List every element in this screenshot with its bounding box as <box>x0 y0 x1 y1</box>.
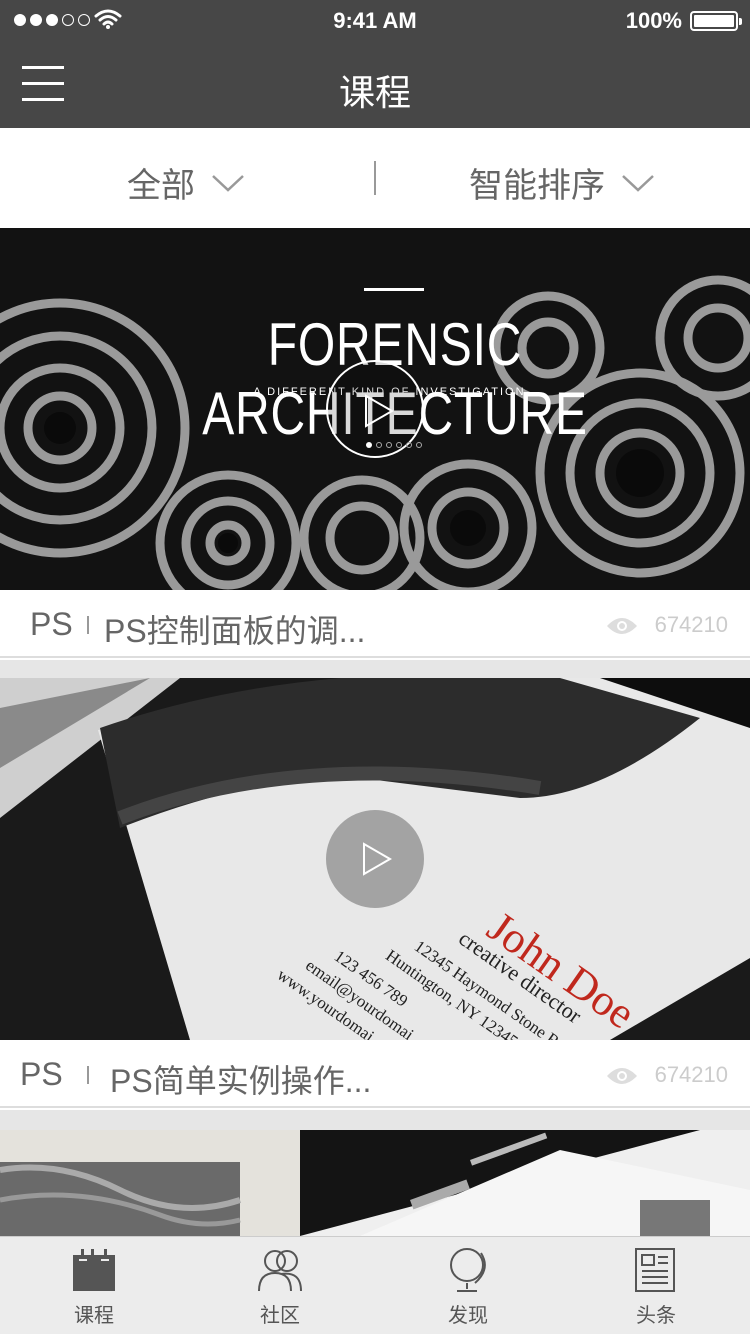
course-thumbnail[interactable]: John Doe creative director 12345 Haymond… <box>0 678 750 1040</box>
chevron-down-icon <box>212 174 244 192</box>
filter-bar: 全部 智能排序 <box>0 128 750 228</box>
globe-icon <box>450 1248 486 1292</box>
course-title: PS控制面板的调... <box>104 613 366 649</box>
tab-community[interactable]: 社区 <box>220 1247 340 1328</box>
news-icon <box>635 1248 675 1292</box>
eye-icon <box>607 618 637 634</box>
view-count: 674210 <box>654 612 728 637</box>
play-button[interactable] <box>326 810 424 908</box>
carousel-indicator <box>366 442 422 448</box>
course-thumbnail[interactable]: FORENSIC ARCHITECTURE A DIFFERENT KIND O… <box>0 228 750 590</box>
course-card[interactable] <box>0 1130 750 1236</box>
info-divider <box>87 616 89 634</box>
bottom-tab-bar: 课程 社区 发现 头条 <box>0 1236 750 1334</box>
category-filter[interactable]: 全部 <box>127 158 245 207</box>
chevron-down-icon <box>622 174 654 192</box>
view-count: 674210 <box>654 1062 728 1087</box>
course-info-row: PS PS简单实例操作... 674210 <box>0 1040 750 1108</box>
course-card[interactable]: FORENSIC ARCHITECTURE A DIFFERENT KIND O… <box>0 228 750 660</box>
sort-filter-label: 智能排序 <box>469 167 605 205</box>
sort-filter[interactable]: 智能排序 <box>469 158 655 207</box>
tab-discover-label: 发现 <box>448 1305 488 1327</box>
course-thumbnail[interactable] <box>0 1130 750 1236</box>
info-divider <box>87 1066 89 1084</box>
filter-divider <box>374 161 376 195</box>
navigation-bar: 课程 <box>0 40 750 128</box>
course-title: PS简单实例操作... <box>110 1063 372 1099</box>
page-title: 课程 <box>338 72 411 113</box>
tab-course-label: 课程 <box>74 1305 114 1327</box>
tab-community-label: 社区 <box>260 1305 300 1327</box>
category-filter-label: 全部 <box>127 167 195 205</box>
tab-news-label: 头条 <box>636 1305 676 1327</box>
play-icon <box>365 394 394 428</box>
course-card[interactable]: John Doe creative director 12345 Haymond… <box>0 678 750 1110</box>
status-bar: 9:41 AM 100% <box>0 0 750 40</box>
tab-discover[interactable]: 发现 <box>408 1247 528 1328</box>
calendar-icon <box>73 1249 115 1291</box>
battery-percentage: 100% <box>625 8 682 33</box>
eye-icon <box>607 1068 637 1084</box>
play-icon <box>363 842 392 876</box>
course-info-row: PS PS控制面板的调... 674210 <box>0 590 750 658</box>
tab-course[interactable]: 课程 <box>34 1247 154 1328</box>
course-category: PS <box>20 1056 63 1092</box>
course-category: PS <box>30 606 73 642</box>
battery-icon <box>690 11 742 31</box>
tab-news[interactable]: 头条 <box>596 1247 716 1328</box>
community-icon <box>258 1250 302 1292</box>
